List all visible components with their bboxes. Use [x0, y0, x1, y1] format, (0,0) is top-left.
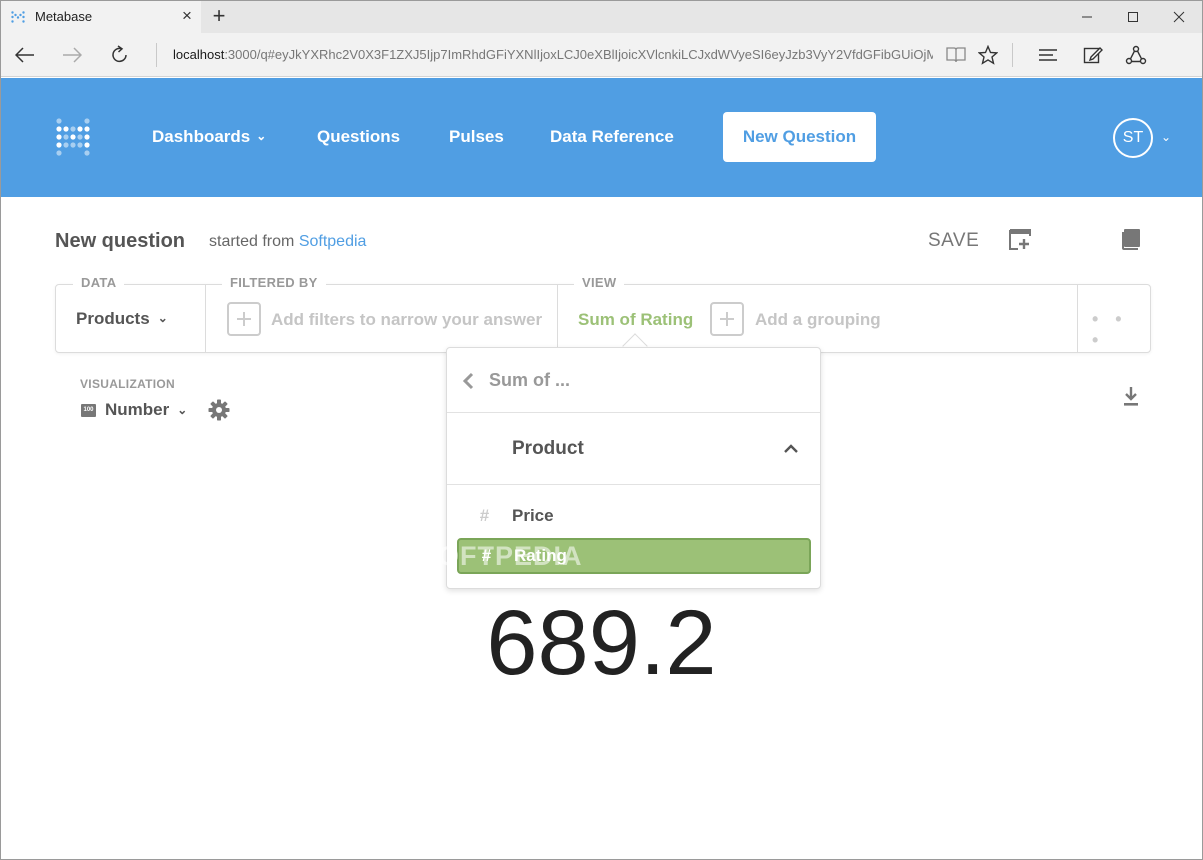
grouping-hint[interactable]: Add a grouping	[755, 310, 881, 330]
data-source-label: Products	[76, 309, 150, 328]
pen-icon	[1083, 47, 1103, 64]
chevron-up-icon[interactable]	[783, 442, 799, 454]
visualization-label: VISUALIZATION	[80, 377, 176, 391]
field-option-label: Rating	[514, 546, 567, 565]
close-icon	[1173, 11, 1185, 23]
star-icon	[978, 45, 998, 65]
chevron-down-icon: ⌄	[256, 129, 267, 143]
data-reference-button[interactable]	[1119, 227, 1143, 251]
number-field-icon: #	[481, 546, 492, 565]
add-to-dashboard-button[interactable]	[1008, 227, 1032, 251]
plus-icon	[237, 312, 251, 326]
browser-window: Metabase × + localhost:3000/q#eyJkYXRhc2…	[0, 0, 1203, 860]
address-separator	[156, 43, 157, 67]
popover-divider	[447, 484, 820, 485]
minimize-icon	[1082, 16, 1092, 18]
tab-title: Metabase	[35, 9, 93, 24]
book-icon	[1122, 229, 1140, 250]
section-divider	[1077, 285, 1078, 352]
popover-back-label: Sum of ...	[489, 370, 570, 390]
hub-icon	[1039, 49, 1057, 61]
url-path: :3000/q#eyJkYXRhc2V0X3F1ZXJ5Ijp7ImRhdGFi…	[224, 47, 933, 62]
popover-back-button[interactable]: Sum of ...	[461, 370, 570, 391]
url-host: localhost	[173, 47, 225, 62]
refresh-icon	[112, 45, 127, 63]
back-button[interactable]	[9, 39, 41, 71]
field-option-rating[interactable]: # Rating	[457, 538, 811, 574]
data-source-selector[interactable]: Products ⌄	[76, 309, 168, 329]
hub-button[interactable]	[1034, 41, 1062, 69]
field-option-price[interactable]: # Price	[457, 498, 811, 534]
question-origin: started from Softpedia	[209, 233, 366, 251]
aggregation-field-popover: Sum of ... Product # Price # Rating	[446, 347, 821, 589]
refresh-button[interactable]	[104, 39, 136, 71]
download-icon[interactable]	[1121, 385, 1141, 407]
origin-source-link[interactable]: Softpedia	[299, 233, 367, 250]
toolbar-separator	[1012, 43, 1013, 67]
new-question-button[interactable]: New Question	[723, 112, 876, 162]
maximize-icon	[1128, 12, 1138, 22]
popover-divider	[447, 412, 820, 413]
add-grouping-button[interactable]	[710, 302, 744, 336]
nav-pulses[interactable]: Pulses	[449, 127, 504, 147]
title-bar: Metabase × +	[1, 1, 1202, 33]
view-section-label: VIEW	[574, 275, 625, 290]
book-icon	[946, 47, 966, 63]
add-to-dashboard-icon	[1009, 229, 1031, 250]
section-divider	[205, 285, 206, 352]
gear-icon[interactable]	[208, 399, 230, 421]
favorite-button[interactable]	[974, 41, 1002, 69]
visualization-type-label: Number	[105, 400, 170, 419]
avatar-chevron-down-icon[interactable]: ⌄	[1161, 130, 1171, 144]
share-icon	[1125, 45, 1147, 65]
chevron-left-icon	[462, 372, 474, 389]
forward-button[interactable]	[56, 39, 88, 71]
arrow-right-icon	[63, 47, 82, 63]
new-tab-button[interactable]: +	[209, 4, 229, 28]
metabase-navbar: Dashboards ⌄ Questions Pulses Data Refere…	[1, 78, 1202, 197]
save-button[interactable]: SAVE	[928, 230, 979, 252]
plus-icon	[720, 312, 734, 326]
minimize-button[interactable]	[1064, 1, 1110, 33]
origin-prefix: started from	[209, 233, 299, 250]
chevron-down-icon: ⌄	[157, 311, 168, 325]
nav-dashboards[interactable]: Dashboards ⌄	[152, 127, 266, 147]
maximize-button[interactable]	[1110, 1, 1156, 33]
metabase-logo-icon[interactable]	[56, 118, 90, 156]
filter-section-label: FILTERED BY	[222, 275, 326, 290]
filter-hint[interactable]: Add filters to narrow your answer	[271, 310, 542, 330]
aggregation-selector[interactable]: Sum of Rating	[578, 310, 693, 330]
section-divider	[557, 285, 558, 352]
browser-tab[interactable]: Metabase ×	[1, 1, 201, 33]
nav-questions[interactable]: Questions	[317, 127, 400, 147]
web-note-button[interactable]	[1079, 41, 1107, 69]
visualization-type-selector[interactable]: 100 Number ⌄	[81, 400, 187, 420]
chevron-down-icon: ⌄	[177, 403, 188, 417]
popover-table-name[interactable]: Product	[512, 438, 584, 460]
url-field[interactable]: localhost:3000/q#eyJkYXRhc2V0X3F1ZXJ5Ijp…	[173, 47, 933, 62]
number-icon: 100	[81, 403, 96, 417]
metabase-favicon-icon	[11, 11, 25, 23]
question-title[interactable]: New question	[55, 230, 185, 253]
query-builder: Products ⌄ Add filters to narrow your ans…	[55, 284, 1151, 353]
tab-close-button[interactable]: ×	[179, 6, 195, 26]
address-bar: localhost:3000/q#eyJkYXRhc2V0X3F1ZXJ5Ijp…	[1, 33, 1202, 77]
number-field-icon: #	[479, 506, 490, 525]
more-options-button[interactable]: • • •	[1092, 309, 1150, 351]
add-filter-button[interactable]	[227, 302, 261, 336]
user-avatar[interactable]: ST	[1113, 118, 1153, 158]
share-button[interactable]	[1122, 41, 1150, 69]
nav-data-reference[interactable]: Data Reference	[550, 127, 674, 147]
data-section-label: DATA	[73, 275, 125, 290]
arrow-left-icon	[15, 47, 34, 63]
close-window-button[interactable]	[1156, 1, 1202, 33]
nav-dashboards-label: Dashboards	[152, 127, 251, 146]
reading-view-button[interactable]	[942, 41, 970, 69]
field-option-label: Price	[512, 506, 554, 525]
scalar-result-value: 689.2	[486, 592, 717, 694]
